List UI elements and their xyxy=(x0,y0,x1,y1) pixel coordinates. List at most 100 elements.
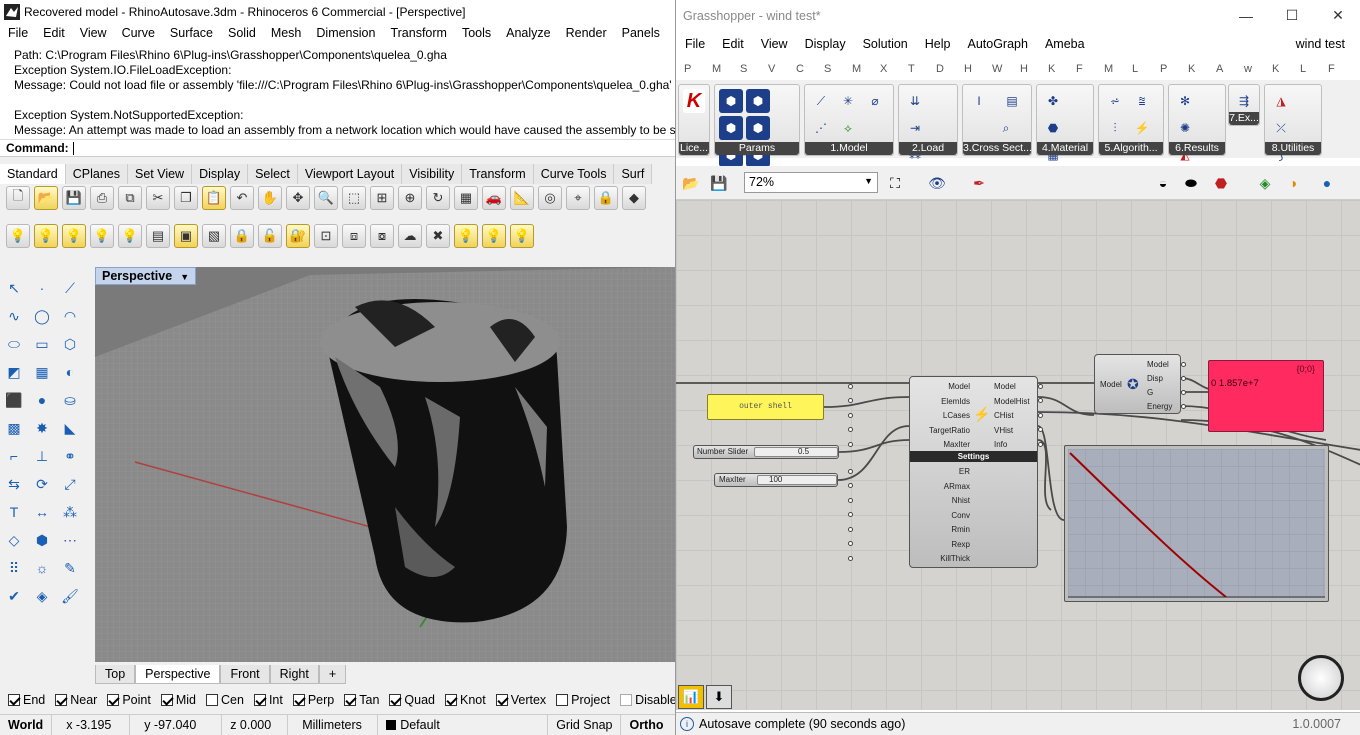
units-status[interactable]: Millimeters xyxy=(288,715,379,735)
osnap-checkbox[interactable] xyxy=(8,694,20,706)
revolve-icon[interactable]: ◐ xyxy=(58,360,82,384)
preview-selected-icon[interactable]: ⬣ xyxy=(1210,172,1232,194)
download-icon[interactable]: ⬇ xyxy=(706,685,732,709)
port-rexp[interactable]: Rexp xyxy=(848,538,970,553)
osnap-checkbox[interactable] xyxy=(556,694,569,706)
properties-icon[interactable]: ▤ xyxy=(146,224,170,248)
minimize-icon[interactable]: — xyxy=(1223,0,1269,31)
gh-category-tab[interactable]: F xyxy=(1328,63,1356,75)
osnap-checkbox[interactable] xyxy=(206,694,218,706)
grid-array-icon[interactable]: ⠿ xyxy=(2,556,26,580)
material-icon[interactable]: ▧ xyxy=(202,224,226,248)
osnap-knot[interactable]: Knot xyxy=(445,693,486,707)
port-dot[interactable] xyxy=(848,412,853,418)
export-icon[interactable]: ⇶ xyxy=(1233,89,1255,113)
lock-objects-icon[interactable]: 🔒 xyxy=(230,224,254,248)
ungroup-icon[interactable]: ⧇ xyxy=(370,224,394,248)
show-selected-icon[interactable]: 💡 xyxy=(62,224,86,248)
gh-menu-item-edit[interactable]: Edit xyxy=(713,37,752,51)
port-conv[interactable]: Conv xyxy=(848,509,970,524)
block-icon[interactable]: ⊡ xyxy=(314,224,338,248)
osnap-checkbox[interactable] xyxy=(495,694,508,706)
gh-menu-item-view[interactable]: View xyxy=(752,37,796,51)
gh-category-tab[interactable]: S xyxy=(740,63,768,75)
assemble-icon[interactable]: ⌀ xyxy=(863,89,887,113)
scale-icon[interactable]: ⤢ xyxy=(58,472,82,496)
menu-item-curve[interactable]: Curve xyxy=(114,26,162,40)
polyline-icon[interactable]: ⟋ xyxy=(58,276,82,300)
menu-item-mesh[interactable]: Mesh xyxy=(263,26,309,40)
osnap-cen[interactable]: Cen xyxy=(206,693,244,707)
beso-icon[interactable]: ⫶ xyxy=(1103,116,1127,140)
port-dot[interactable] xyxy=(1038,383,1043,389)
zoom-extents-icon[interactable]: ⛶ xyxy=(884,172,906,194)
tab-viewport-layout[interactable]: Viewport Layout xyxy=(297,164,403,184)
port-disp[interactable]: Disp xyxy=(1147,372,1186,386)
gh-category-tab[interactable]: V xyxy=(768,63,796,75)
preview-shaded-icon[interactable]: ⬬ xyxy=(1180,172,1202,194)
support-icon[interactable]: ⟡ xyxy=(836,116,860,140)
beso-component[interactable]: Model ElemIds LCases TargetRatio MaxIter Mod… xyxy=(848,376,1043,568)
zoom-icon[interactable]: 🔍 xyxy=(314,186,338,210)
line-to-beam-icon[interactable]: ⟋ xyxy=(809,89,833,113)
more-tools-icon[interactable]: ⋯ xyxy=(58,528,82,552)
tab-visibility[interactable]: Visibility xyxy=(402,164,463,184)
cplane-icon[interactable]: ◎ xyxy=(538,186,562,210)
gh-category-tab[interactable]: H xyxy=(964,63,992,75)
undo-icon[interactable]: ↶ xyxy=(230,186,254,210)
preview-wire-icon[interactable]: ◒ xyxy=(1152,172,1174,194)
gh-category-tab[interactable]: W xyxy=(992,63,1020,75)
number-slider[interactable]: Number Slider 0.5 xyxy=(693,445,839,459)
swap-hidden-icon[interactable]: 💡 xyxy=(118,224,142,248)
save-icon[interactable]: 💾 xyxy=(62,186,86,210)
gh-canvas[interactable]: outer shell Number Slider 0.5 MaxIter 10… xyxy=(676,200,1360,710)
osnap-near[interactable]: Near xyxy=(55,693,97,707)
point-icon[interactable]: · xyxy=(30,276,54,300)
gh-category-tab[interactable]: L xyxy=(1132,63,1160,75)
menu-item-transform[interactable]: Transform xyxy=(382,26,454,40)
optimize-icon[interactable]: ⚡ xyxy=(1130,116,1154,140)
osnap-vertex[interactable]: Vertex xyxy=(495,693,546,707)
utility-mesh-icon[interactable]: ◮ xyxy=(1269,89,1293,113)
osnap-checkbox[interactable] xyxy=(344,694,357,706)
port-elemids[interactable]: ElemIds xyxy=(848,395,970,410)
pan-hand-icon[interactable]: ✋ xyxy=(258,186,282,210)
tab-select[interactable]: Select xyxy=(248,164,298,184)
port-lcases[interactable]: LCases xyxy=(848,409,970,424)
analyze-th-icon[interactable]: ⩫ xyxy=(1103,89,1127,113)
ribbon-group-material[interactable]: ✤ ⬣ ▦ 4.Material xyxy=(1036,84,1094,162)
viewport-layout-icon[interactable]: ▦ xyxy=(454,186,478,210)
port-dot[interactable] xyxy=(1181,361,1186,367)
osnap-end[interactable]: End xyxy=(8,693,45,707)
unlock-objects-icon[interactable]: 🔓 xyxy=(258,224,282,248)
port-targetratio[interactable]: TargetRatio xyxy=(848,424,970,439)
zoom-dropdown[interactable]: 72% ▼ xyxy=(744,172,878,193)
open-file-icon[interactable]: 📂 xyxy=(34,186,58,210)
circle-icon[interactable]: ◯ xyxy=(30,304,54,328)
rotate-icon[interactable]: ⟳ xyxy=(30,472,54,496)
edit-icon[interactable]: ✎ xyxy=(58,556,82,580)
ribbon-group-load[interactable]: ⇊ ⇥ ⁂ 2.Load xyxy=(898,84,958,162)
grid-snap-toggle[interactable]: Grid Snap xyxy=(548,715,622,735)
gh-category-tab[interactable]: X xyxy=(880,63,908,75)
gh-category-tab[interactable]: P xyxy=(684,63,712,75)
menu-item-solid[interactable]: Solid xyxy=(220,26,263,40)
param-load-icon[interactable]: ⬢ xyxy=(719,116,743,140)
port-dot[interactable] xyxy=(1181,375,1186,381)
add-viewport-tab[interactable]: + xyxy=(318,664,347,684)
port-nhist[interactable]: Nhist xyxy=(848,494,970,509)
port-modelhist[interactable]: ModelHist xyxy=(994,395,1043,410)
light-icon[interactable]: ☼ xyxy=(30,556,54,580)
osnap-point[interactable]: Point xyxy=(107,693,151,707)
check-icon[interactable]: ✔ xyxy=(2,584,26,608)
explode-icon[interactable]: ✸ xyxy=(30,416,54,440)
graph-mapper[interactable] xyxy=(1064,445,1329,602)
preview-eye-icon[interactable]: 👁 xyxy=(926,172,948,194)
tab-surf[interactable]: Surf xyxy=(614,164,653,184)
port-dot[interactable] xyxy=(848,555,853,561)
material-props-icon[interactable]: ✤ xyxy=(1041,89,1065,113)
section-list-icon[interactable]: ▤ xyxy=(1000,89,1024,113)
gh-category-tab[interactable]: T xyxy=(908,63,936,75)
paste-icon[interactable]: 📋 xyxy=(202,186,226,210)
port-dot[interactable] xyxy=(848,497,853,503)
